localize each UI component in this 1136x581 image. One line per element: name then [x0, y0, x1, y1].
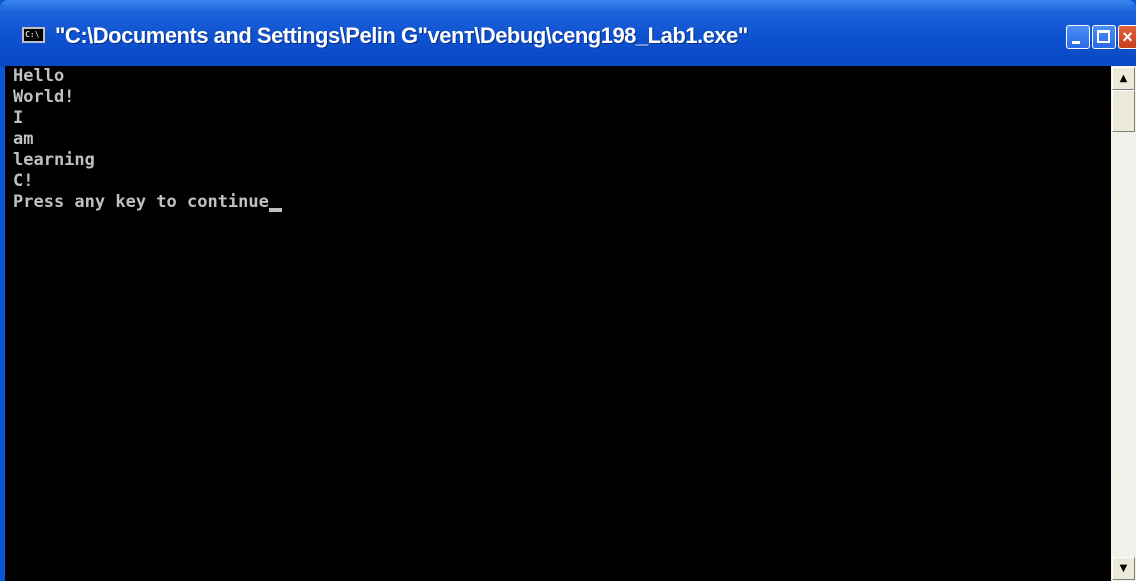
- scroll-up-button[interactable]: ▲: [1112, 67, 1135, 90]
- console-line: learning: [13, 150, 95, 170]
- console-prompt-line: Press any key to continue: [13, 192, 269, 212]
- scroll-down-button[interactable]: ▼: [1112, 557, 1135, 580]
- close-button[interactable]: ×: [1118, 25, 1136, 49]
- minimize-button[interactable]: [1066, 25, 1090, 49]
- console-line: World!: [13, 87, 75, 107]
- text-cursor: [268, 208, 282, 212]
- minimize-icon: [1072, 41, 1080, 44]
- arrow-up-icon: ▲: [1119, 73, 1128, 84]
- console-line: C!: [13, 171, 34, 191]
- console-line: I: [13, 108, 24, 128]
- close-icon: ×: [1122, 27, 1133, 47]
- maximize-button[interactable]: [1092, 25, 1116, 49]
- maximize-icon: [1097, 30, 1110, 43]
- title-bar[interactable]: C:\ "C:\Documents and Settings\Pelin G"v…: [0, 0, 1136, 66]
- console-app-icon[interactable]: C:\: [22, 27, 45, 43]
- arrow-down-icon: ▼: [1119, 563, 1128, 574]
- console-output[interactable]: Hello World! I am learning C! Press any …: [5, 66, 1111, 581]
- console-line: Hello: [13, 66, 65, 86]
- scroll-thumb[interactable]: [1112, 90, 1135, 132]
- window-title: "C:\Documents and Settings\Pelin G"venт\…: [55, 23, 748, 48]
- console-window: C:\ "C:\Documents and Settings\Pelin G"v…: [0, 0, 1136, 581]
- vertical-scrollbar[interactable]: ▲ ▼: [1111, 66, 1136, 581]
- console-line: am: [13, 129, 34, 149]
